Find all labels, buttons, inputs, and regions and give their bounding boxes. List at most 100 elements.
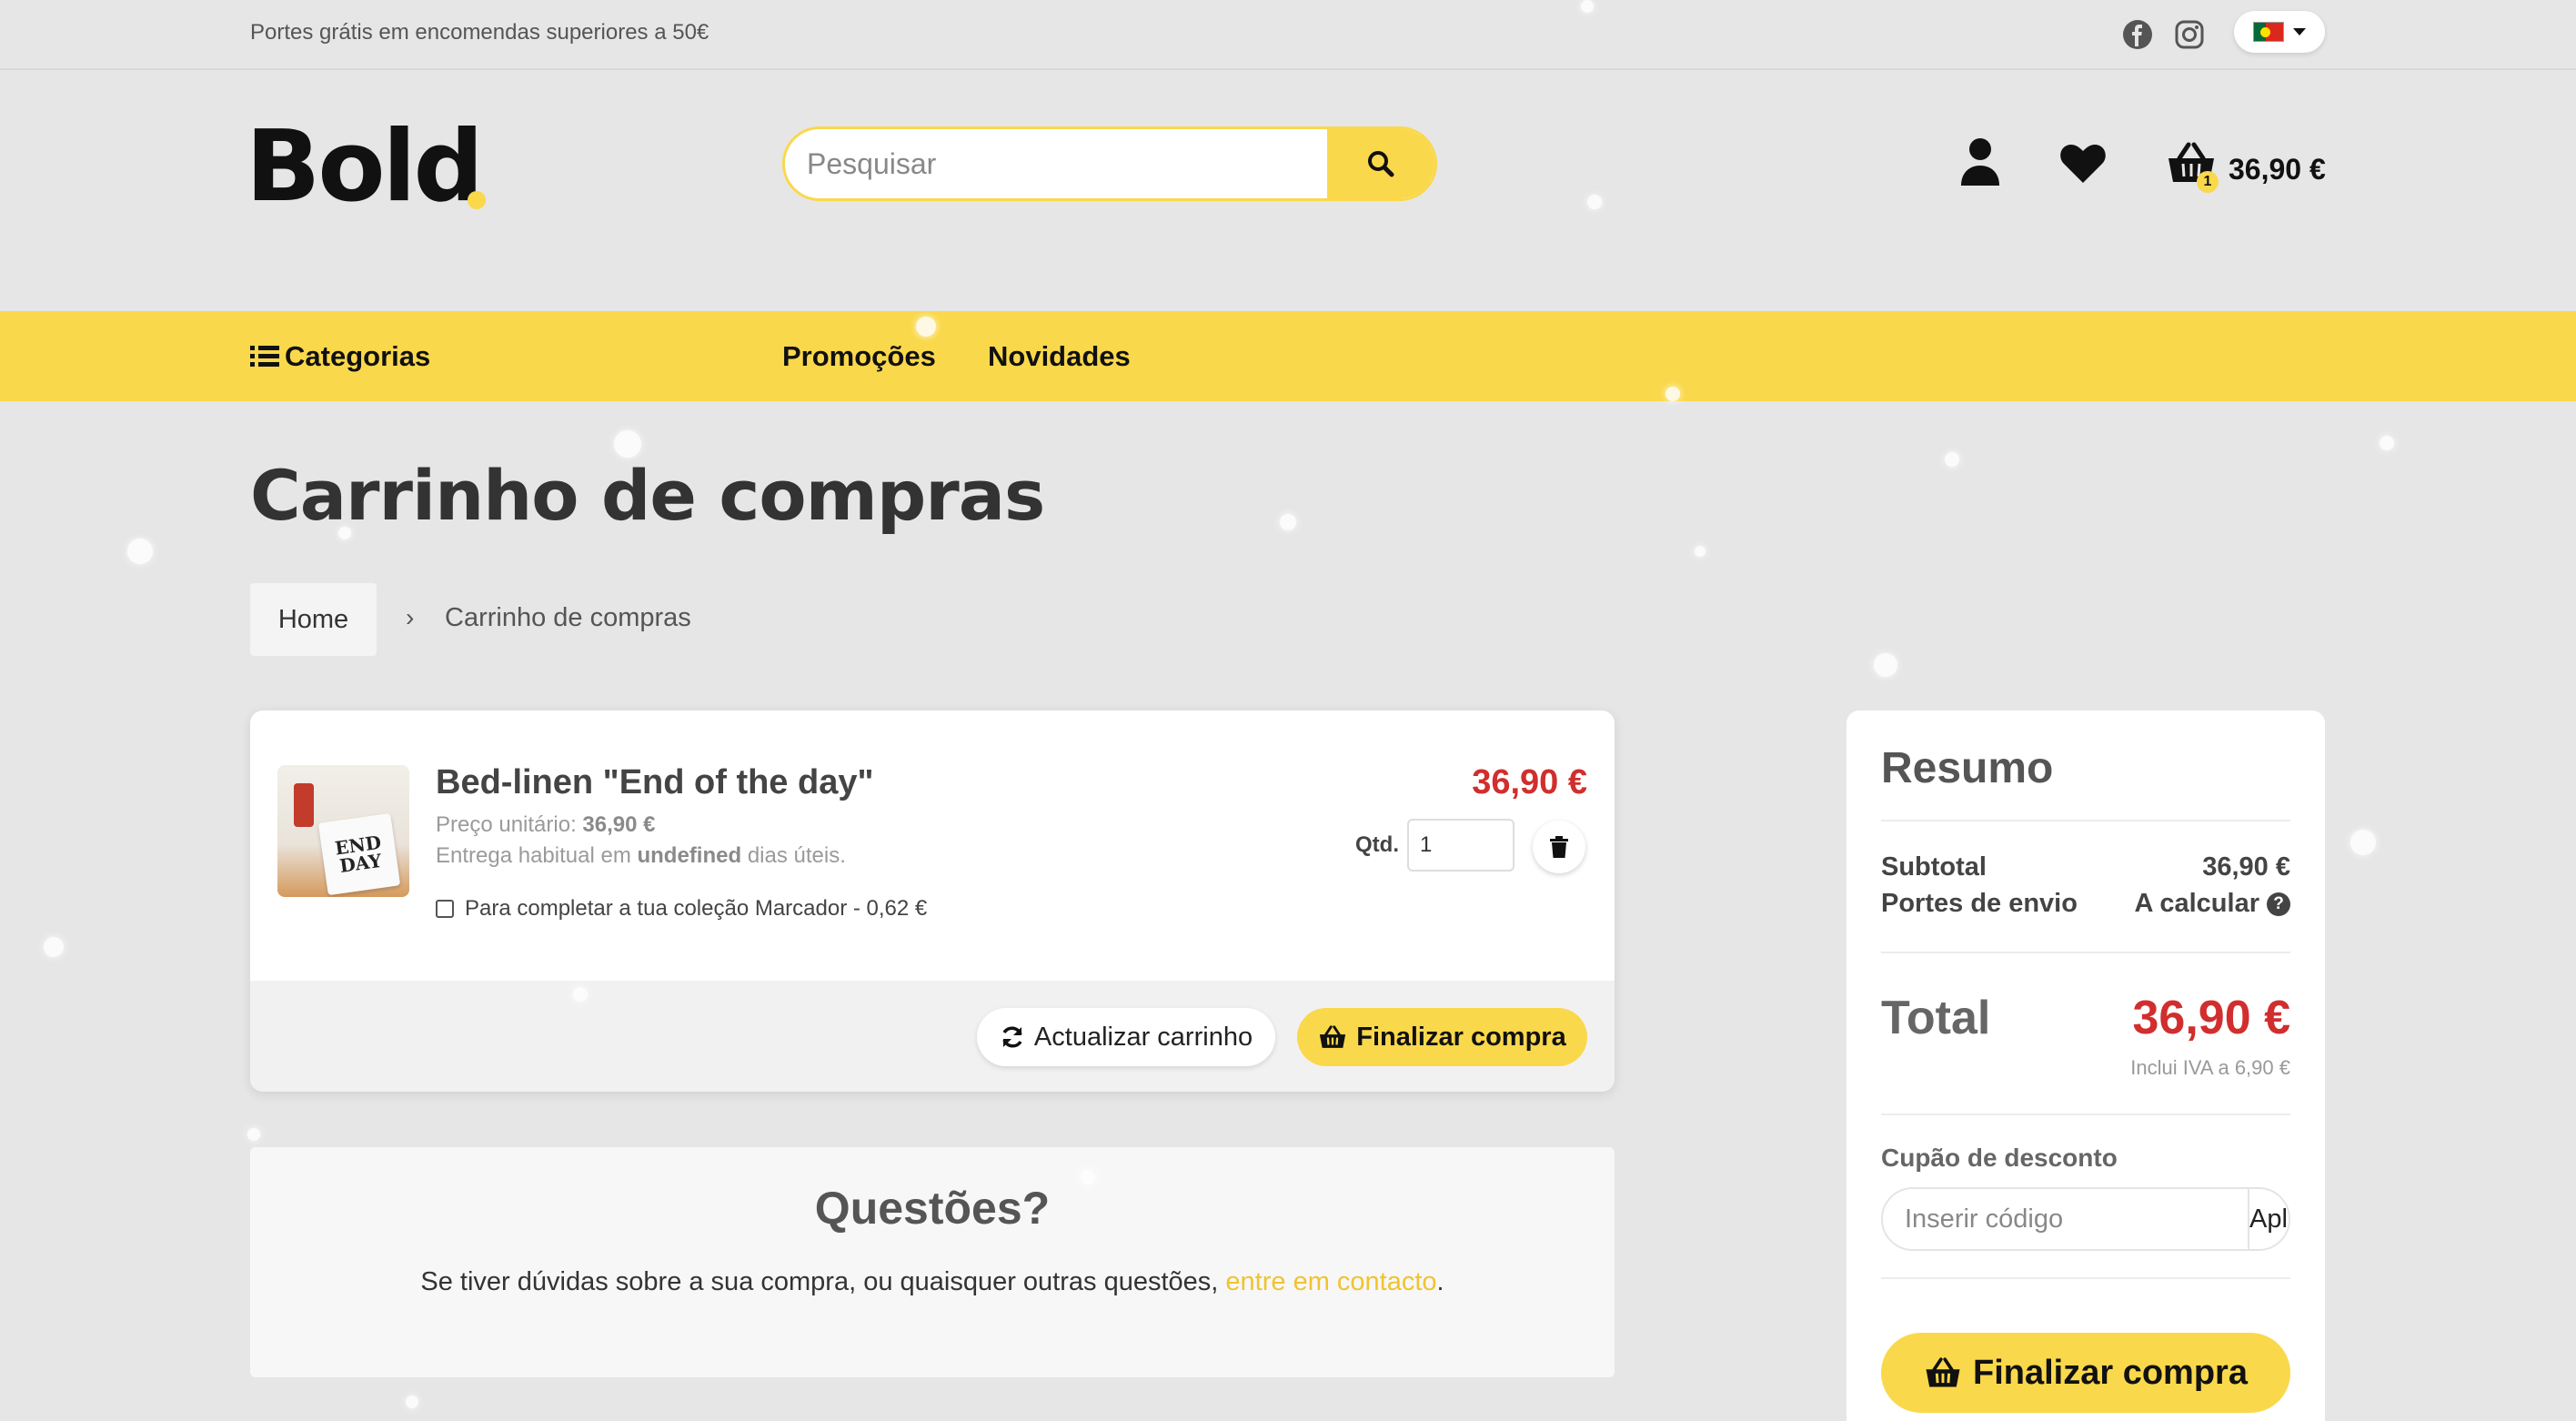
checkout-label: Finalizar compra (1356, 1022, 1566, 1052)
delivery-info: Entrega habitual em undefined dias úteis… (436, 843, 846, 869)
portugal-flag-icon (2253, 22, 2284, 42)
top-bar: Portes grátis em encomendas superiores a… (0, 0, 2576, 70)
thumbnail-lamp (294, 783, 314, 827)
nav-item-promocoes[interactable]: Promoções (782, 340, 936, 373)
search-button[interactable] (1327, 129, 1434, 198)
list-icon (250, 346, 279, 367)
wishlist-heart-icon[interactable] (2059, 144, 2107, 184)
basket-icon (1926, 1357, 1960, 1387)
shipping-value-text: A calcular (2134, 889, 2259, 918)
logo-dot (468, 191, 486, 209)
summary-checkout-label: Finalizar compra (1973, 1353, 2248, 1392)
snowflake (1280, 514, 1296, 530)
questions-panel: Questões? Se tiver dúvidas sobre a sua c… (250, 1147, 1615, 1377)
questions-body: Se tiver dúvidas sobre a sua compra, ou … (420, 1267, 1219, 1296)
site-logo[interactable]: Bold (246, 118, 484, 217)
snowflake (1081, 1170, 1095, 1184)
search-bar (782, 126, 1437, 201)
page-title: Carrinho de compras (250, 455, 1045, 536)
snowflake (1945, 452, 1959, 467)
cart-total[interactable]: 36,90 € (2229, 153, 2326, 186)
snowflake (2350, 830, 2376, 855)
divider (1881, 1114, 2290, 1115)
snowflake (614, 430, 641, 458)
unit-price: Preço unitário: 36,90 € (436, 812, 656, 838)
quantity-label: Qtd. (1355, 832, 1399, 857)
free-shipping-notice: Portes grátis em encomendas superiores a… (250, 20, 709, 45)
line-price: 36,90 € (1472, 763, 1587, 801)
delivery-suffix: dias úteis. (747, 843, 846, 868)
snowflake (406, 1396, 418, 1408)
remove-item-button[interactable] (1533, 821, 1585, 873)
nav-item-novidades[interactable]: Novidades (988, 340, 1131, 373)
instagram-icon[interactable] (2171, 16, 2208, 53)
quantity-input[interactable] (1407, 819, 1514, 872)
unit-price-value: 36,90 € (582, 812, 656, 837)
snowflake (1874, 653, 1897, 677)
coupon-input[interactable] (1883, 1189, 2248, 1249)
refresh-icon (1002, 1026, 1022, 1048)
coupon-label: Cupão de desconto (1881, 1144, 2118, 1172)
breadcrumb-current: Carrinho de compras (445, 603, 691, 632)
breadcrumb-separator: › (406, 603, 415, 631)
addon-checkbox[interactable] (436, 900, 454, 918)
summary-checkout-button[interactable]: Finalizar compra (1881, 1333, 2290, 1413)
language-selector[interactable] (2234, 11, 2325, 53)
subtotal-value: 36,90 € (2202, 852, 2290, 882)
nav-categories[interactable]: Categorias (250, 340, 430, 373)
nav-categories-label: Categorias (285, 340, 431, 372)
vat-note: Inclui IVA a 6,90 € (2130, 1056, 2290, 1079)
order-summary: Resumo Subtotal 36,90 € Portes de envio … (1846, 710, 2325, 1421)
help-icon[interactable]: ? (2267, 892, 2290, 916)
facebook-icon[interactable] (2119, 16, 2156, 53)
basket-icon (1320, 1025, 1346, 1048)
snowflake (247, 1128, 260, 1141)
shipping-value: A calcular ? (2134, 889, 2290, 919)
main-navigation: Categorias Promoções Novidades (0, 311, 2576, 401)
checkout-button[interactable]: Finalizar compra (1297, 1008, 1587, 1066)
snowflake (1695, 546, 1706, 557)
product-thumbnail[interactable]: END DAY (277, 765, 409, 897)
apply-coupon-button[interactable]: Aplicar (2248, 1189, 2289, 1249)
snowflake (127, 539, 153, 564)
chevron-down-icon (2293, 28, 2306, 35)
delivery-days: undefined (637, 843, 742, 868)
divider (1881, 952, 2290, 953)
questions-end: . (1436, 1267, 1444, 1296)
shipping-row: Portes de envio A calcular ? (1881, 889, 2290, 919)
addon-label: Para completar a tua coleção Marcador - … (465, 896, 928, 921)
product-name[interactable]: Bed-linen "End of the day" (436, 763, 874, 802)
unit-price-label: Preço unitário: (436, 812, 577, 837)
cart-actions: Actualizar carrinho Finalizar compra (250, 981, 1615, 1092)
update-cart-button[interactable]: Actualizar carrinho (977, 1008, 1275, 1066)
search-icon (1368, 151, 1394, 177)
cart-card: END DAY Bed-linen "End of the day" Preço… (250, 710, 1615, 1092)
cart-count-badge: 1 (2197, 171, 2219, 193)
trash-icon (1550, 836, 1568, 858)
questions-text: Se tiver dúvidas sobre a sua compra, ou … (250, 1267, 1615, 1297)
account-icon[interactable] (1959, 136, 2001, 187)
delivery-prefix: Entrega habitual em (436, 843, 631, 868)
update-cart-label: Actualizar carrinho (1033, 1022, 1253, 1052)
total-value: 36,90 € (2132, 992, 2291, 1044)
summary-title: Resumo (1881, 744, 2054, 792)
search-input[interactable] (785, 129, 1327, 198)
snowflake (916, 317, 936, 337)
snowflake (44, 937, 64, 957)
breadcrumb-home[interactable]: Home (250, 583, 377, 656)
shipping-label: Portes de envio (1881, 889, 2078, 918)
snowflake (1665, 387, 1680, 401)
subtotal-row: Subtotal 36,90 € (1881, 852, 2290, 882)
divider (1881, 820, 2290, 821)
questions-title: Questões? (814, 1183, 1051, 1234)
snowflake (338, 527, 351, 539)
addon-option[interactable]: Para completar a tua coleção Marcador - … (436, 896, 927, 922)
snowflake (2380, 436, 2394, 450)
thumbnail-pillow: END DAY (317, 812, 401, 896)
contact-link[interactable]: entre em contacto (1225, 1267, 1436, 1296)
snowflake (1587, 195, 1602, 209)
divider (1881, 1277, 2290, 1279)
total-label: Total (1881, 992, 1991, 1044)
subtotal-label: Subtotal (1881, 852, 1987, 882)
coupon-form: Aplicar (1881, 1187, 2290, 1251)
